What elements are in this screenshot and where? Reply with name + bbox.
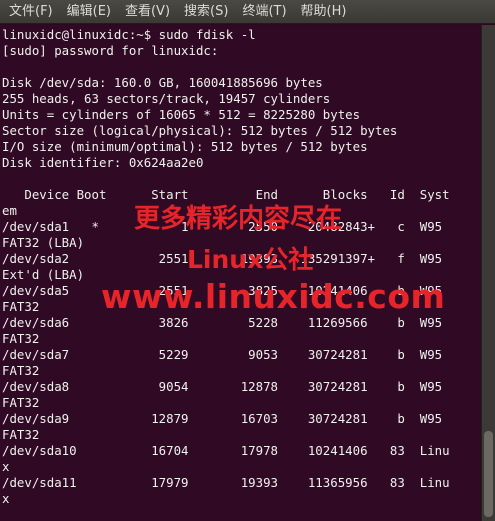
menu-bar: 文件(F) 编辑(E) 查看(V) 搜索(S) 终端(T) 帮助(H) — [0, 0, 495, 24]
terminal-line: Ext'd (LBA) — [2, 267, 85, 282]
terminal-line: em — [2, 203, 17, 218]
terminal-line: linuxidc@linuxidc:~$ sudo fdisk -l — [2, 27, 256, 42]
terminal-scrollbar[interactable] — [481, 25, 495, 521]
terminal-line: Disk /dev/sda: 160.0 GB, 160041885696 by… — [2, 75, 323, 90]
terminal-output[interactable]: linuxidc@linuxidc:~$ sudo fdisk -l [sudo]… — [0, 25, 481, 521]
terminal-line: FAT32 — [2, 331, 40, 346]
terminal-line: /dev/sda7 5229 9053 30724281 b W95 — [2, 347, 443, 362]
terminal-line: I/O size (minimum/optimal): 512 bytes / … — [2, 139, 368, 154]
terminal-line: /dev/sda6 3826 5228 11269566 b W95 — [2, 315, 443, 330]
terminal-line: 255 heads, 63 sectors/track, 19457 cylin… — [2, 91, 331, 106]
terminal-line: Sector size (logical/physical): 512 byte… — [2, 123, 398, 138]
terminal-line: FAT32 — [2, 299, 40, 314]
terminal-line: x — [2, 491, 10, 506]
terminal-line: /dev/sda9 12879 16703 30724281 b W95 — [2, 411, 443, 426]
scrollbar-thumb[interactable] — [484, 431, 493, 517]
terminal-line: /dev/sda11 17979 19393 11365956 83 Linu — [2, 475, 450, 490]
menu-search[interactable]: 搜索(S) — [177, 0, 235, 24]
menu-help[interactable]: 帮助(H) — [294, 0, 354, 24]
terminal-line: FAT32 — [2, 427, 40, 442]
terminal-line: /dev/sda5 2551 3825 10241406 b W95 — [2, 283, 443, 298]
menu-file[interactable]: 文件(F) — [2, 0, 60, 24]
terminal-line: /dev/sda1 * 1 2550 20482843+ c W95 — [2, 219, 443, 234]
terminal-line: FAT32 (LBA) — [2, 235, 85, 250]
menu-view[interactable]: 查看(V) — [118, 0, 177, 24]
terminal-line: FAT32 — [2, 363, 40, 378]
terminal-line: /dev/sda8 9054 12878 30724281 b W95 — [2, 379, 443, 394]
terminal-line: [sudo] password for linuxidc: — [2, 43, 219, 58]
menu-terminal[interactable]: 终端(T) — [235, 0, 293, 24]
terminal-line: /dev/sda10 16704 17978 10241406 83 Linu — [2, 443, 450, 458]
terminal-line: /dev/sda2 2551 19393 135291397+ f W95 — [2, 251, 443, 266]
terminal-line: Device Boot Start End Blocks Id Syst — [2, 187, 450, 202]
terminal-line: Units = cylinders of 16065 * 512 = 82252… — [2, 107, 361, 122]
terminal-line: x — [2, 459, 10, 474]
terminal-line: Disk identifier: 0x624aa2e0 — [2, 155, 204, 170]
terminal-line: FAT32 — [2, 395, 40, 410]
terminal-lines: linuxidc@linuxidc:~$ sudo fdisk -l [sudo]… — [2, 27, 450, 507]
menu-edit[interactable]: 编辑(E) — [60, 0, 118, 24]
